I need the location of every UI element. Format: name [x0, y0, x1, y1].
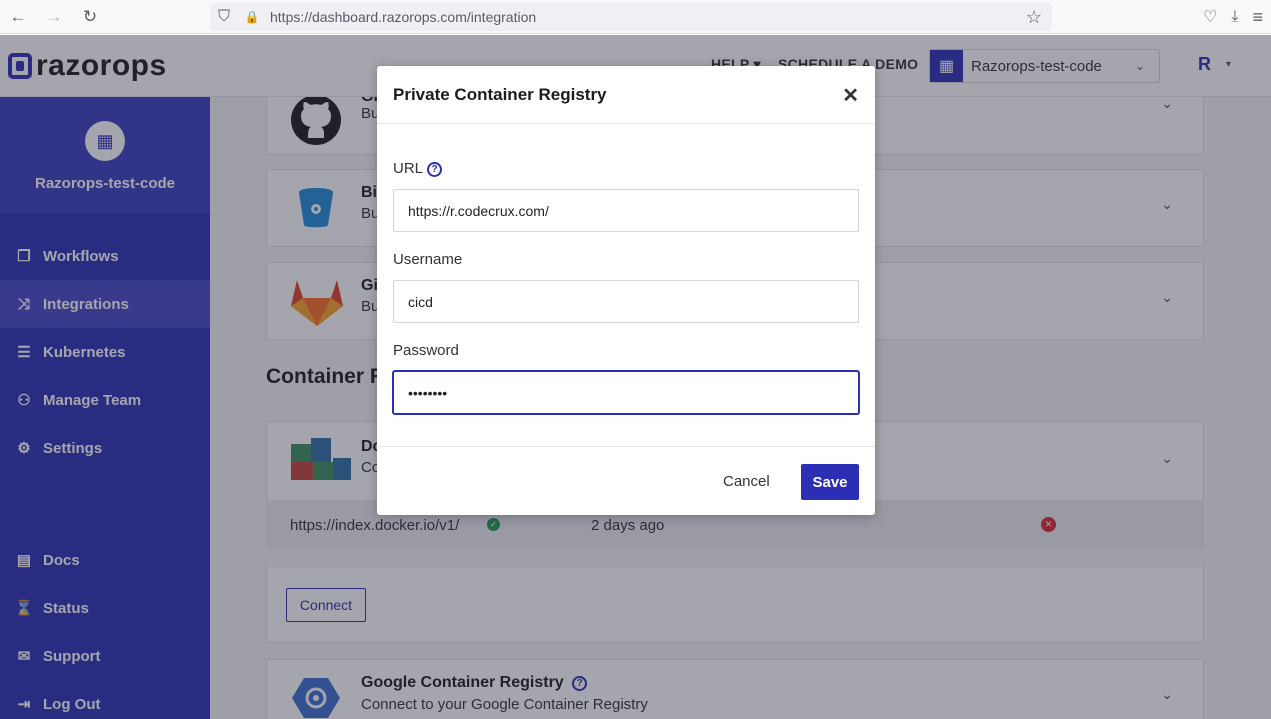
help-icon[interactable]: ?: [427, 162, 443, 177]
app-menu-icon[interactable]: ≡: [1252, 7, 1263, 28]
url-label-text: URL: [393, 160, 424, 177]
url-label: URL?: [393, 160, 443, 177]
password-label: Password: [393, 342, 459, 359]
dialog-title: Private Container Registry: [393, 84, 607, 104]
url-field[interactable]: [393, 189, 859, 232]
pocket-icon[interactable]: ♡: [1203, 7, 1217, 27]
browser-toolbar: ← → ↻ ⛉ 🔒 https://dashboard.razorops.com…: [0, 0, 1271, 34]
url-text[interactable]: https://dashboard.razorops.com/integrati…: [270, 9, 536, 25]
dialog-footer: Cancel Save: [377, 446, 875, 515]
address-bar[interactable]: ⛉ 🔒 https://dashboard.razorops.com/integ…: [210, 3, 1052, 31]
shield-icon[interactable]: ⛉: [210, 8, 238, 26]
dialog-header: Private Container Registry: [377, 66, 875, 124]
url-host: https://dashboard.razorops.com: [270, 9, 467, 25]
save-button[interactable]: Save: [801, 464, 859, 500]
username-label: Username: [393, 251, 463, 268]
bookmark-star-icon[interactable]: ☆: [1020, 7, 1048, 28]
lock-icon[interactable]: 🔒: [238, 10, 266, 24]
username-field[interactable]: [393, 280, 859, 323]
password-field[interactable]: [393, 371, 859, 414]
download-icon[interactable]: ⤓: [1231, 8, 1238, 26]
forward-icon[interactable]: →: [36, 0, 72, 34]
close-icon[interactable]: ✕: [842, 83, 859, 108]
private-registry-dialog: Private Container Registry ✕ URL? Userna…: [377, 66, 875, 515]
back-icon[interactable]: ←: [0, 0, 36, 34]
cancel-button[interactable]: Cancel: [723, 473, 770, 490]
url-path: /integration: [466, 9, 537, 25]
reload-icon[interactable]: ↻: [72, 0, 108, 34]
